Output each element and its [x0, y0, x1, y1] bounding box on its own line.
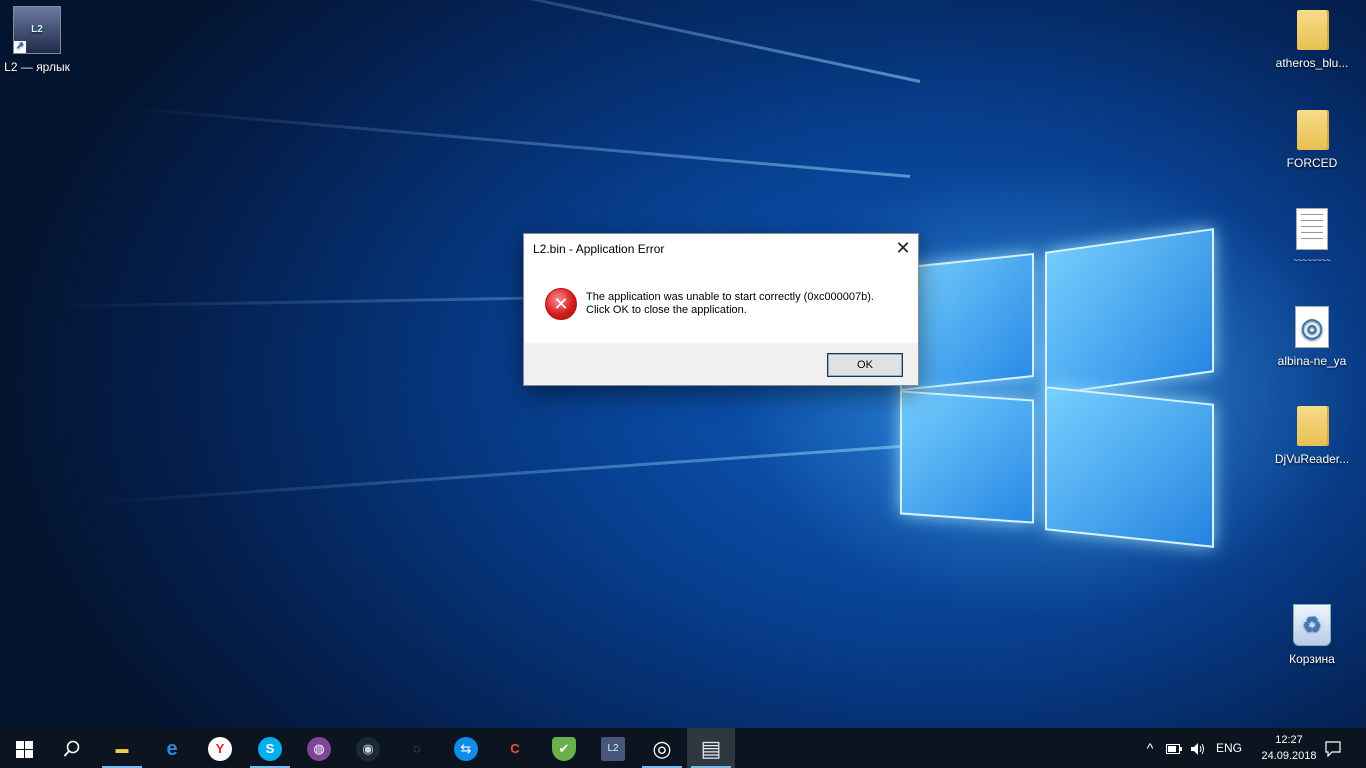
language-indicator[interactable]: ENG: [1212, 728, 1246, 768]
document-icon: [1296, 208, 1328, 250]
desktop-icon-label: ~~~~~~~~: [1293, 256, 1331, 265]
recycle-bin-icon: ♻: [1293, 604, 1331, 646]
shortcut-arrow-icon: ↗: [14, 41, 26, 53]
taskbar-app-adguard[interactable]: ✔: [540, 728, 588, 768]
desktop-icon-recycle-bin[interactable]: ♻ Корзина: [1266, 604, 1358, 666]
taskbar-app-file-explorer[interactable]: ▬: [98, 728, 146, 768]
clock-date: 24.09.2018: [1261, 750, 1317, 762]
logo-pane: [1045, 228, 1214, 396]
loader-icon: ◌: [413, 741, 421, 757]
taskbar-app-l2[interactable]: L2: [589, 728, 637, 768]
clock-time: 12:27: [1275, 734, 1303, 746]
windows-logo: [900, 228, 1220, 550]
light-beam: [81, 445, 901, 506]
steam-icon: ◉: [356, 737, 380, 762]
l2-shortcut-icon: L2 ↗: [13, 6, 61, 54]
dialog-title: L2.bin - Application Error: [533, 242, 665, 256]
taskbar-app-skype[interactable]: S: [246, 728, 294, 768]
folder-icon: [1297, 406, 1327, 446]
logo-pane: [900, 390, 1034, 524]
desktop-background: L2 ↗ L2 — ярлык atheros_blu... FORCED ~~~…: [0, 0, 1366, 728]
l2-app-icon: L2: [601, 737, 625, 762]
desktop-icon-l2-shortcut[interactable]: L2 ↗ L2 — ярлык: [0, 6, 83, 74]
logo-pane: [1045, 386, 1214, 548]
taskbar-app-media-player[interactable]: ◎: [638, 728, 686, 768]
media-player-icon: ◎: [652, 736, 672, 762]
logo-pane: [900, 252, 1034, 392]
notifications-icon[interactable]: [1318, 728, 1348, 768]
desktop-icon-label: DjVuReader...: [1274, 452, 1350, 466]
taskbar-app-active-window[interactable]: ▤: [687, 728, 735, 768]
desktop-icon-label: FORCED: [1286, 156, 1338, 170]
desktop-icon-label: albina-ne_ya: [1277, 354, 1347, 368]
show-hidden-icons-chevron[interactable]: ^: [1140, 728, 1160, 768]
desktop-icon-label: atheros_blu...: [1275, 56, 1349, 70]
dialog-message-line1: The application was unable to start corr…: [586, 291, 874, 303]
edge-icon: e: [166, 738, 178, 761]
ccleaner-icon: C: [510, 741, 520, 757]
desktop-icon-label: Корзина: [1289, 652, 1335, 666]
close-icon[interactable]: ✕: [888, 234, 918, 262]
skype-icon: S: [258, 737, 282, 762]
volume-icon[interactable]: [1188, 728, 1208, 768]
desktop-icon-forced[interactable]: FORCED: [1266, 110, 1358, 170]
taskbar-app-ccleaner[interactable]: C: [491, 728, 539, 768]
battery-icon[interactable]: [1164, 728, 1184, 768]
taskbar-app-tor[interactable]: ◍: [295, 728, 343, 768]
taskbar-app-loader[interactable]: ◌: [393, 728, 441, 768]
error-icon: ✕: [545, 288, 577, 320]
folder-icon: [1297, 10, 1327, 50]
search-icon[interactable]: [48, 728, 96, 768]
folder-icon: [1297, 110, 1327, 150]
taskbar-app-steam[interactable]: ◉: [344, 728, 392, 768]
file-explorer-icon: ▬: [115, 741, 129, 757]
light-beam: [122, 106, 911, 178]
desktop-icon-albina[interactable]: ◎ albina-ne_ya: [1266, 306, 1358, 368]
clock[interactable]: 12:27 24.09.2018: [1254, 732, 1324, 764]
media-file-icon: ◎: [1295, 306, 1329, 348]
desktop-icon-document[interactable]: ~~~~~~~~: [1266, 208, 1358, 265]
yandex-browser-icon: Y: [208, 737, 232, 762]
desktop-icon-atheros[interactable]: atheros_blu...: [1266, 10, 1358, 70]
dialog-message-line2: Click OK to close the application.: [586, 304, 747, 316]
tor-browser-icon: ◍: [307, 737, 331, 762]
adguard-icon: ✔: [552, 737, 576, 762]
dialog-footer: OK: [524, 343, 918, 385]
desktop-icon-label: L2 — ярлык: [4, 60, 70, 74]
taskbar-app-teamviewer[interactable]: ⇆: [442, 728, 490, 768]
light-beam: [313, 0, 921, 83]
taskbar: ▬ e Y S ◍ ◉ ◌ ⇆ C ✔ L2 ◎ ▤ ^ ENG 12:27 2…: [0, 728, 1366, 768]
taskbar-app-yandex[interactable]: Y: [196, 728, 244, 768]
dialog-message: The application was unable to start corr…: [586, 291, 874, 317]
ok-button[interactable]: OK: [827, 353, 903, 377]
application-error-dialog: L2.bin - Application Error ✕ ✕ The appli…: [523, 233, 919, 386]
active-window-icon: ▤: [700, 736, 722, 762]
taskbar-app-edge[interactable]: e: [148, 728, 196, 768]
teamviewer-icon: ⇆: [454, 737, 478, 762]
windows-start-icon[interactable]: [0, 728, 48, 768]
desktop-icon-djvureader[interactable]: DjVuReader...: [1266, 406, 1358, 466]
